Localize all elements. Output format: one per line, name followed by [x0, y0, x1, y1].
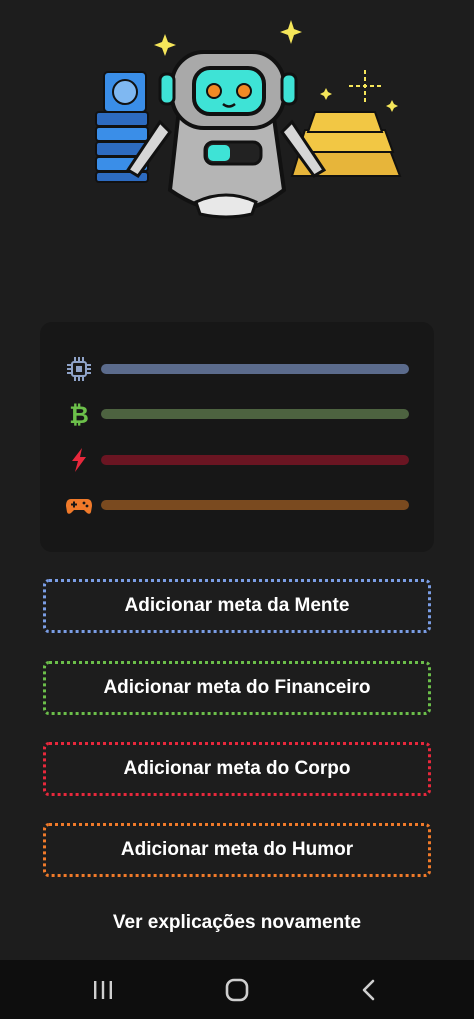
bitcoin-icon: ₿ [64, 399, 94, 429]
stats-card: ₿ [40, 322, 434, 552]
svg-text:₿: ₿ [69, 401, 89, 428]
add-finance-goal-button[interactable]: Adicionar meta do Financeiro [43, 661, 431, 715]
stat-row-finance: ₿ [64, 399, 410, 429]
add-body-goal-button[interactable]: Adicionar meta do Corpo [43, 742, 431, 796]
add-mind-goal-label: Adicionar meta da Mente [124, 595, 350, 616]
lightning-icon [64, 445, 94, 475]
home-icon [225, 978, 249, 1002]
humor-progress-bar [101, 500, 409, 510]
home-button[interactable] [207, 972, 267, 1008]
finance-progress-bar [101, 409, 409, 419]
gamepad-icon [64, 490, 94, 520]
add-finance-goal-label: Adicionar meta do Financeiro [103, 677, 371, 698]
add-body-goal-label: Adicionar meta do Corpo [123, 758, 351, 779]
view-explanations-link[interactable]: Ver explicações novamente [0, 907, 474, 939]
body-progress-bar [101, 455, 409, 465]
chip-icon [64, 354, 94, 384]
add-mind-goal-button[interactable]: Adicionar meta da Mente [43, 579, 431, 633]
back-button[interactable] [339, 972, 399, 1008]
system-navigation-bar [0, 960, 474, 1019]
stat-row-body [64, 445, 410, 475]
recent-apps-icon [94, 981, 112, 999]
mind-progress-bar [101, 364, 409, 374]
recent-apps-button[interactable] [73, 972, 133, 1008]
add-humor-goal-button[interactable]: Adicionar meta do Humor [43, 823, 431, 877]
view-explanations-label: Ver explicações novamente [112, 912, 362, 933]
back-icon [362, 979, 375, 1001]
stat-row-humor [64, 490, 410, 520]
robot-illustration [0, 0, 474, 300]
add-humor-goal-label: Adicionar meta do Humor [120, 839, 354, 860]
stat-row-mind [64, 354, 410, 384]
